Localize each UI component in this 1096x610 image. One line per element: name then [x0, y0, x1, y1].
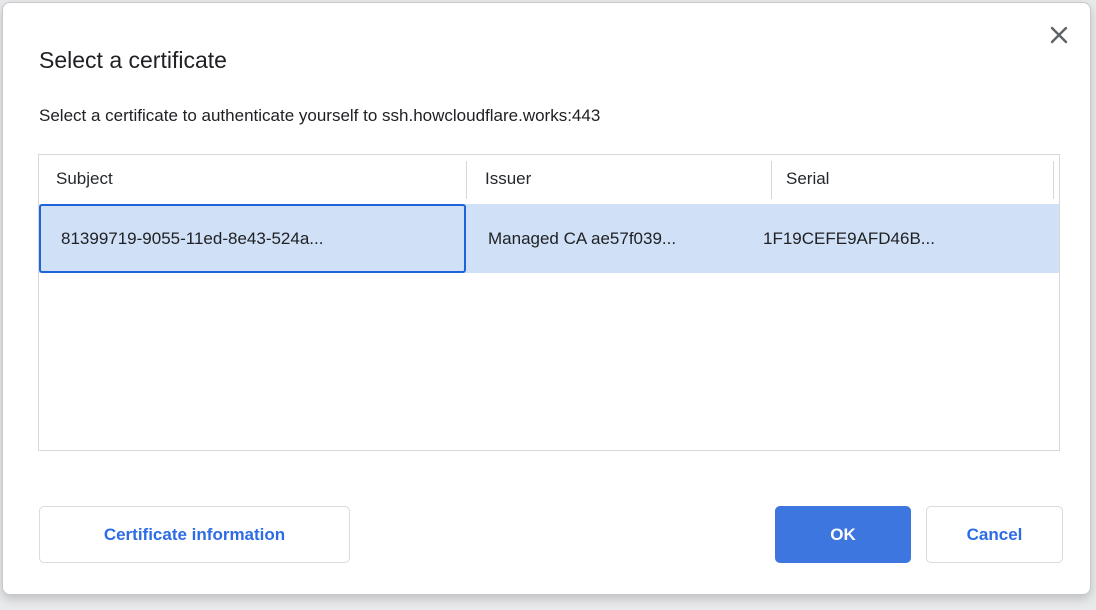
column-header-subject: Subject: [56, 155, 113, 203]
column-header-issuer: Issuer: [485, 155, 531, 203]
screen-background: Select a certificate Select a certificat…: [0, 0, 1096, 610]
close-button[interactable]: [1044, 20, 1074, 50]
dialog-subtitle: Select a certificate to authenticate you…: [39, 106, 600, 126]
cell-subject[interactable]: 81399719-9055-11ed-8e43-524a...: [39, 204, 466, 273]
select-certificate-dialog: Select a certificate Select a certificat…: [2, 2, 1091, 595]
ok-button[interactable]: OK: [775, 506, 911, 563]
certificate-information-button[interactable]: Certificate information: [39, 506, 350, 563]
column-divider: [466, 161, 467, 199]
dialog-title: Select a certificate: [39, 47, 227, 74]
cancel-button[interactable]: Cancel: [926, 506, 1063, 563]
column-divider: [771, 161, 772, 199]
column-header-serial: Serial: [786, 155, 829, 203]
cell-issuer[interactable]: Managed CA ae57f039...: [488, 204, 676, 273]
close-icon: [1048, 24, 1070, 46]
certificate-table: Subject Issuer Serial 81399719-9055-11ed…: [38, 154, 1060, 451]
table-row-selected[interactable]: 81399719-9055-11ed-8e43-524a... Managed …: [39, 204, 1059, 273]
cell-serial[interactable]: 1F19CEFE9AFD46B...: [763, 204, 935, 273]
column-divider: [1053, 161, 1054, 199]
